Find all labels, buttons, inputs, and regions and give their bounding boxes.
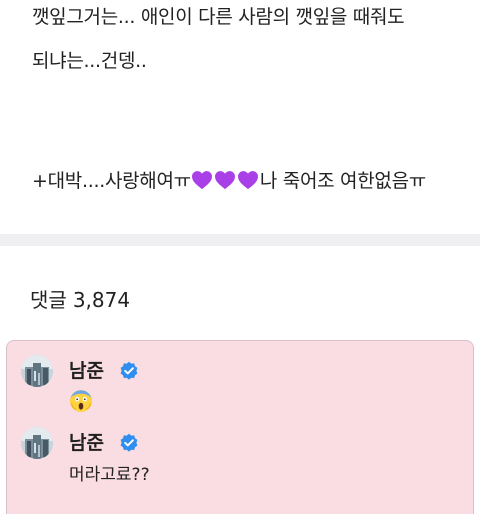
comment-author[interactable]: 남준: [69, 359, 104, 383]
purple-hearts: [191, 170, 260, 197]
purple-heart-icon: [215, 171, 236, 190]
verified-badge-icon: [120, 433, 138, 452]
verified-badge-icon: [120, 361, 138, 380]
comments-label: 댓글: [30, 288, 67, 312]
post-text-line: +대박....사랑해여ㅠ 나 죽어조 여한없음ㅠ: [32, 168, 426, 197]
post-body: 깻잎그거는... 애인이 다른 사람의 깻잎을 때줘도 되냐는...건뎅.. +…: [0, 0, 480, 234]
avatar-image-icon: [21, 427, 53, 459]
avatar[interactable]: [21, 427, 53, 459]
purple-heart-icon: [238, 171, 259, 190]
post-text-line: 깻잎그거는... 애인이 다른 사람의 깻잎을 때줘도: [32, 6, 405, 28]
post-text-fragment: +대박....사랑해여ㅠ: [32, 170, 191, 192]
avatar[interactable]: [21, 355, 53, 387]
purple-heart-icon: [192, 171, 213, 190]
section-divider: [0, 234, 480, 246]
comments-header: 댓글 3,874: [30, 286, 130, 314]
face-screaming-in-fear-icon: [70, 390, 92, 412]
comment-text: 머라고료??: [69, 465, 150, 485]
avatar-image-icon: [21, 355, 53, 387]
highlighted-comments: 남준 남준 머라고료??: [6, 340, 474, 514]
post-text-line: 되냐는...건뎅..: [32, 50, 147, 72]
comments-count: 3,874: [72, 288, 131, 312]
post-text-fragment: 나 죽어조 여한없음ㅠ: [259, 170, 426, 192]
comment-author[interactable]: 남준: [69, 431, 104, 455]
